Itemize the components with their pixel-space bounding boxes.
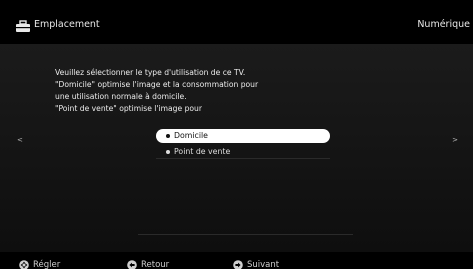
bullet-icon	[166, 150, 170, 154]
divider	[138, 234, 353, 235]
return-icon	[127, 260, 137, 269]
hint-label: Retour	[141, 260, 170, 269]
description-text: Veuillez sélectionner le type d'utilisat…	[55, 67, 315, 115]
description-line: "Domicile" optimise l'image et la consom…	[55, 80, 259, 89]
option-point-de-vente[interactable]: Point de vente	[156, 145, 330, 159]
setup-screen: Emplacement Numérique Veuillez sélection…	[0, 0, 473, 269]
toolbox-icon	[16, 20, 30, 32]
usage-options: Domicile Point de vente	[156, 129, 330, 159]
description-line: "Point de vente" optimise l'image pour	[55, 104, 202, 113]
header-bar: Emplacement Numérique	[0, 0, 473, 44]
bullet-icon	[166, 134, 170, 138]
page-title: Emplacement	[34, 19, 100, 30]
next-icon	[233, 260, 243, 269]
option-label: Domicile	[174, 131, 208, 140]
footer-bar: Régler Retour Suivant	[0, 252, 473, 269]
option-domicile[interactable]: Domicile	[156, 129, 330, 143]
source-label: Numérique	[417, 19, 470, 30]
dpad-icon	[19, 260, 29, 269]
hint-label: Suivant	[247, 260, 280, 269]
hint-label: Régler	[33, 260, 61, 269]
content-panel: Veuillez sélectionner le type d'utilisat…	[0, 44, 473, 252]
next-arrow-icon[interactable]: >	[452, 136, 458, 144]
description-line: une utilisation normale à domicile.	[55, 92, 187, 101]
previous-arrow-icon[interactable]: <	[17, 136, 23, 144]
option-label: Point de vente	[174, 147, 231, 156]
description-line: Veuillez sélectionner le type d'utilisat…	[55, 68, 246, 77]
